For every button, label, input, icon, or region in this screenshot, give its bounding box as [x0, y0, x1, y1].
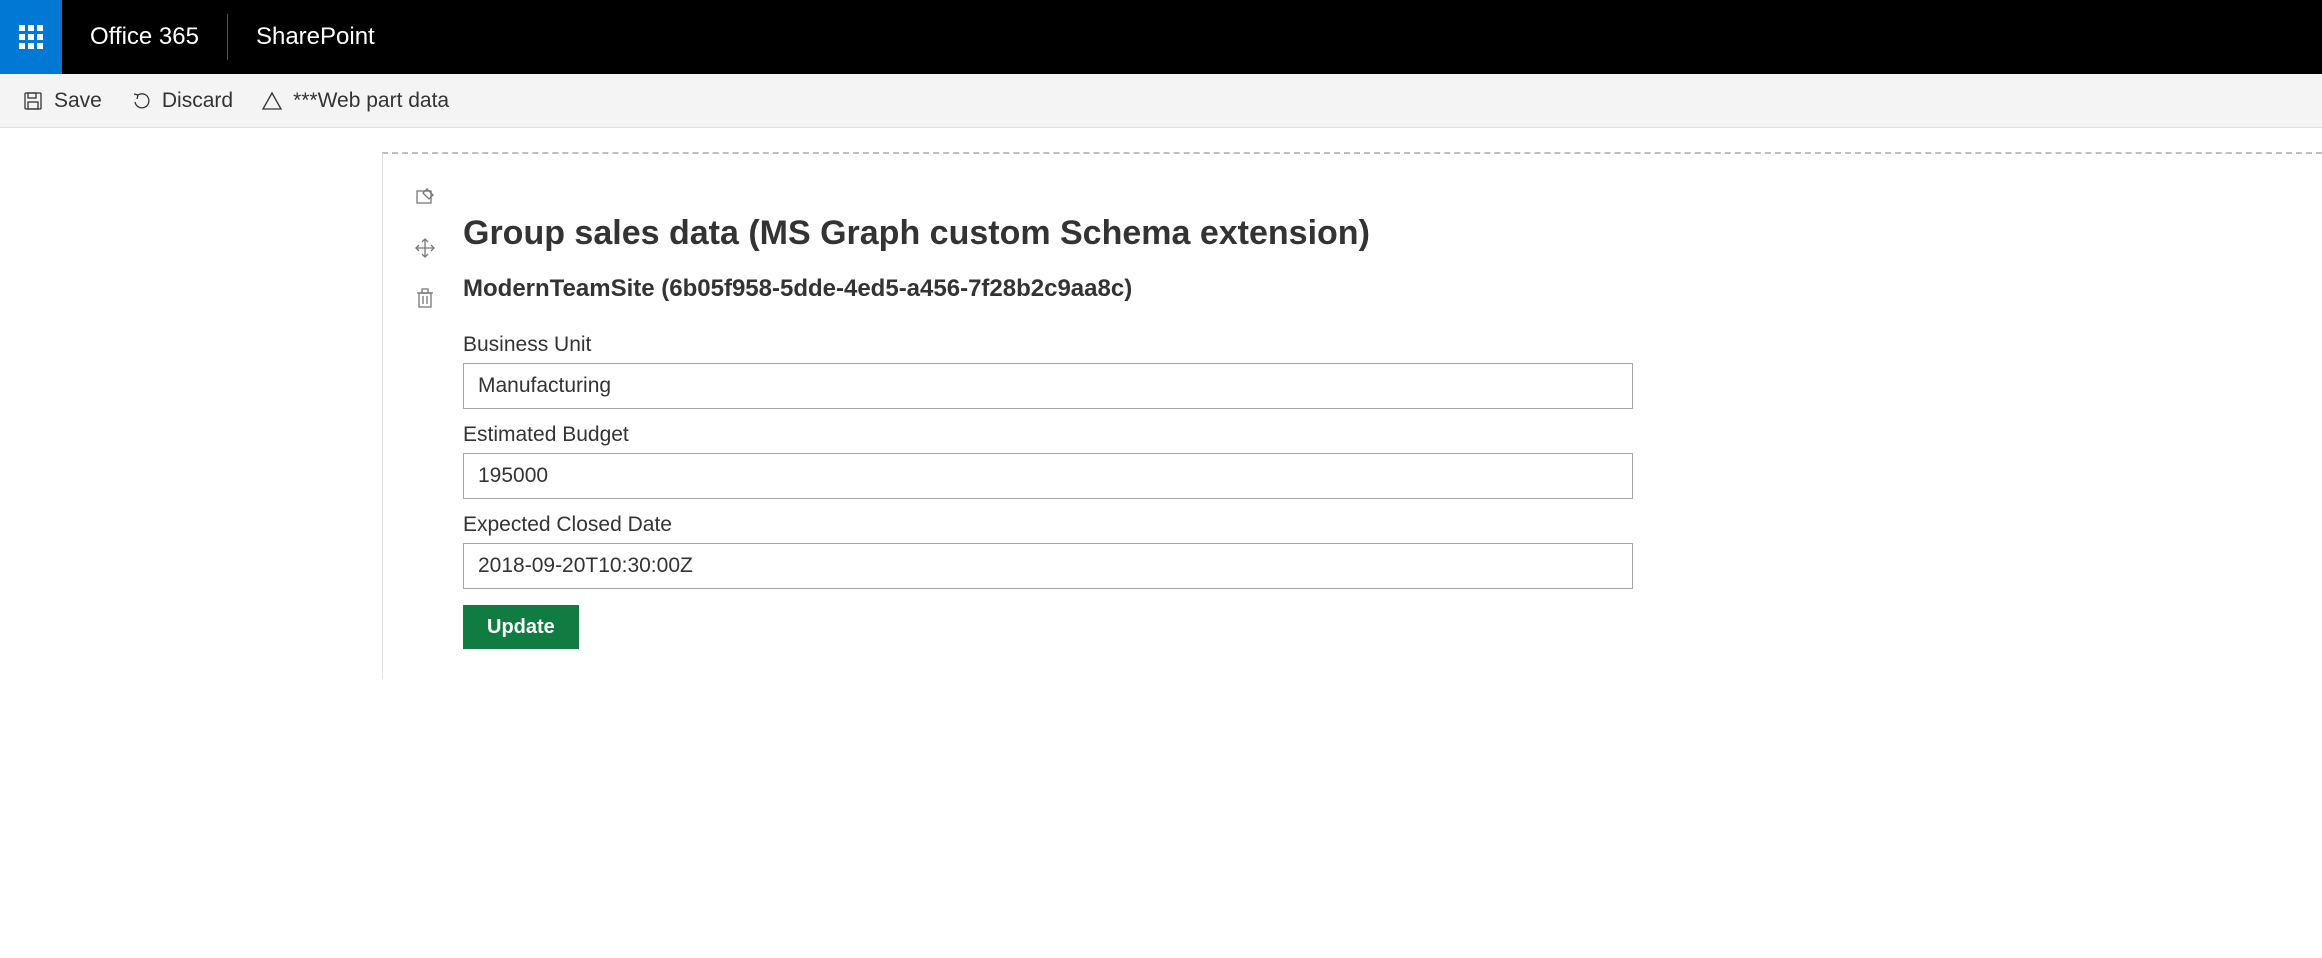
undo-icon	[130, 90, 152, 112]
webpart-data-label: ***Web part data	[293, 89, 449, 113]
move-icon	[414, 237, 436, 259]
delete-webpart-button[interactable]	[411, 284, 439, 312]
webpart-subtitle: ModernTeamSite (6b05f958-5dde-4ed5-a456-…	[463, 275, 2292, 303]
field-estimated-budget: Estimated Budget	[463, 423, 2292, 499]
move-webpart-button[interactable]	[411, 234, 439, 262]
update-button[interactable]: Update	[463, 605, 579, 649]
webpart-content: Group sales data (MS Graph custom Schema…	[463, 184, 2292, 649]
webpart-title: Group sales data (MS Graph custom Schema…	[463, 214, 2292, 253]
waffle-icon	[19, 25, 43, 49]
business-unit-label: Business Unit	[463, 333, 2292, 357]
canvas-area: Group sales data (MS Graph custom Schema…	[0, 128, 2322, 679]
webpart-container: Group sales data (MS Graph custom Schema…	[382, 152, 2322, 679]
webpart-toolbar	[411, 184, 439, 312]
trash-icon	[415, 287, 435, 309]
save-icon	[22, 90, 44, 112]
estimated-budget-input[interactable]	[463, 453, 1633, 499]
field-business-unit: Business Unit	[463, 333, 2292, 409]
expected-closed-date-input[interactable]	[463, 543, 1633, 589]
edit-icon	[414, 187, 436, 209]
field-expected-closed-date: Expected Closed Date	[463, 513, 2292, 589]
edit-webpart-button[interactable]	[411, 184, 439, 212]
suite-bar: Office 365 SharePoint	[0, 0, 2322, 74]
discard-button[interactable]: Discard	[130, 89, 233, 113]
suite-brand-label[interactable]: Office 365	[62, 0, 227, 74]
webpart-data-button[interactable]: ***Web part data	[261, 89, 449, 113]
save-label: Save	[54, 89, 102, 113]
app-launcher-button[interactable]	[0, 0, 62, 74]
discard-label: Discard	[162, 89, 233, 113]
suite-app-label[interactable]: SharePoint	[228, 0, 403, 74]
expected-closed-date-label: Expected Closed Date	[463, 513, 2292, 537]
business-unit-input[interactable]	[463, 363, 1633, 409]
estimated-budget-label: Estimated Budget	[463, 423, 2292, 447]
save-button[interactable]: Save	[22, 89, 102, 113]
triangle-icon	[261, 90, 283, 112]
command-bar: Save Discard ***Web part data	[0, 74, 2322, 128]
